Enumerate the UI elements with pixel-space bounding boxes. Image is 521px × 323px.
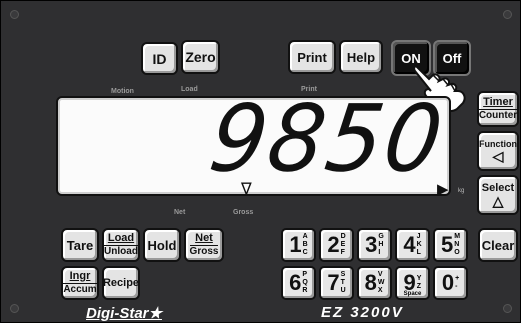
numpad-key-7[interactable]: 7STU (319, 266, 354, 300)
counter-label: Counter (478, 109, 518, 121)
numpad-key-6[interactable]: 6PQR (281, 266, 316, 300)
numpad-letter: I (378, 249, 381, 256)
screw-bottom-right (503, 304, 512, 313)
numpad-letter: Y (416, 275, 422, 282)
timer-label: Timer (483, 96, 513, 108)
numpad-key-2[interactable]: 2DEF (319, 228, 354, 262)
numpad-letters: PQR (302, 271, 307, 295)
model-name: EZ 3200V (321, 304, 404, 321)
numpad-letters: GHI (378, 233, 383, 257)
accum-label: Accum (63, 283, 97, 295)
recipe-button[interactable]: Recipe (102, 266, 140, 300)
numpad-digit: 0 (441, 270, 455, 295)
numpad-letters: JKL (417, 233, 422, 257)
net-annunciator: Net (174, 209, 186, 216)
numpad-letter: Q (302, 279, 308, 286)
net-label: Net (195, 232, 213, 244)
numpad-letter: U (340, 287, 346, 294)
numpad-letter: G (378, 233, 384, 240)
numpad-letter: M (454, 233, 461, 240)
motion-annunciator: Motion (111, 88, 134, 95)
numpad-letters: DEF (341, 233, 346, 257)
unit-marker: ▶ (437, 181, 449, 198)
numpad-letter: W (377, 279, 385, 286)
numpad-letter: P (302, 271, 308, 278)
numpad-key-9[interactable]: 9 Y Z Space (395, 266, 430, 300)
numpad-key-3[interactable]: 3GHI (357, 228, 392, 262)
gross-annunciator: Gross (233, 209, 254, 216)
numpad-letters: VWX (378, 271, 385, 295)
numpad-letters: YZ (417, 275, 422, 291)
numpad-digit: 3 (365, 232, 378, 257)
kg-label: kg (458, 188, 465, 194)
unload-label: Unload (104, 245, 138, 257)
numpad-digit: 2 (327, 232, 340, 257)
ingr-label: Ingr (69, 270, 91, 282)
function-button[interactable]: Function ◁ (477, 131, 519, 171)
numpad-letter: C (302, 249, 308, 256)
numpad-letter: T (340, 279, 345, 286)
numpad-key-0[interactable]: 0 + - (433, 266, 468, 300)
numpad-key-8[interactable]: 8VWX (357, 266, 392, 300)
tare-button[interactable]: Tare (61, 228, 99, 262)
numpad-digit: 7 (327, 270, 340, 295)
net-gross-button[interactable]: Net Gross (184, 228, 224, 262)
numpad-letters: STU (341, 271, 346, 295)
space-label: Space (403, 291, 422, 297)
numpad-digit: 4 (403, 232, 416, 257)
screw-bottom-left (10, 304, 19, 313)
brand-logo: Digi-Star★ (86, 305, 162, 322)
numpad-letter: J (416, 233, 421, 240)
load-unload-button[interactable]: Load Unload (102, 228, 140, 262)
numpad-letter: A (302, 233, 308, 240)
numpad-letter: - (455, 283, 458, 290)
hold-button[interactable]: Hold (143, 228, 181, 262)
numpad-letter: S (340, 271, 346, 278)
select-button[interactable]: Select △ (477, 175, 519, 215)
numpad-letter: F (340, 249, 345, 256)
left-arrow-icon: ◁ (492, 147, 504, 164)
numpad-letter: N (454, 241, 460, 248)
screw-top-left (10, 10, 19, 19)
numpad-letter: E (340, 241, 346, 248)
numpad-digit: 8 (364, 270, 377, 295)
numpad-letter: L (416, 249, 421, 256)
numpad-letter: H (378, 241, 384, 248)
select-label: Select (481, 181, 515, 194)
help-button[interactable]: Help (339, 40, 383, 74)
up-arrow-icon: △ (492, 192, 504, 209)
clear-button[interactable]: Clear (478, 228, 518, 262)
numpad-letter: O (454, 249, 460, 256)
print-button[interactable]: Print (288, 40, 336, 74)
numpad-digit: 6 (289, 270, 302, 295)
numpad-letter: + (455, 275, 460, 282)
numpad-letter: R (302, 287, 308, 294)
numpad-letter: B (302, 241, 308, 248)
numpad-letter: Z (416, 283, 422, 290)
numpad-letters: + - (455, 275, 459, 291)
numpad-key-4[interactable]: 4JKL (395, 228, 430, 262)
zero-button[interactable]: Zero (181, 40, 220, 74)
numpad-letter: V (377, 271, 383, 278)
ingr-accum-button[interactable]: Ingr Accum (61, 266, 99, 300)
numpad-key-1[interactable]: 1ABC (281, 228, 316, 262)
load-annunciator: Load (181, 86, 198, 93)
numpad-letters: ABC (303, 233, 308, 257)
net-gross-marker: ∇ (241, 181, 252, 198)
scale-indicator-panel: ID Zero Print Help ON Off Motion Load Pr… (0, 0, 521, 323)
load-label: Load (107, 232, 135, 244)
numpad-letters: MNO (454, 233, 460, 257)
numpad-key-5[interactable]: 5MNO (433, 228, 468, 262)
weight-readout: 9850 (203, 84, 451, 193)
numpad-digit: 5 (440, 232, 454, 257)
numpad-letter: D (340, 233, 346, 240)
gross-label: Gross (189, 245, 219, 257)
numpad-letter: K (416, 241, 422, 248)
numpad-letter: X (377, 287, 383, 294)
timer-counter-button[interactable]: Timer Counter (477, 91, 519, 127)
screw-top-right (503, 10, 512, 19)
id-button[interactable]: ID (141, 42, 178, 75)
numpad-digit: 1 (289, 232, 302, 257)
